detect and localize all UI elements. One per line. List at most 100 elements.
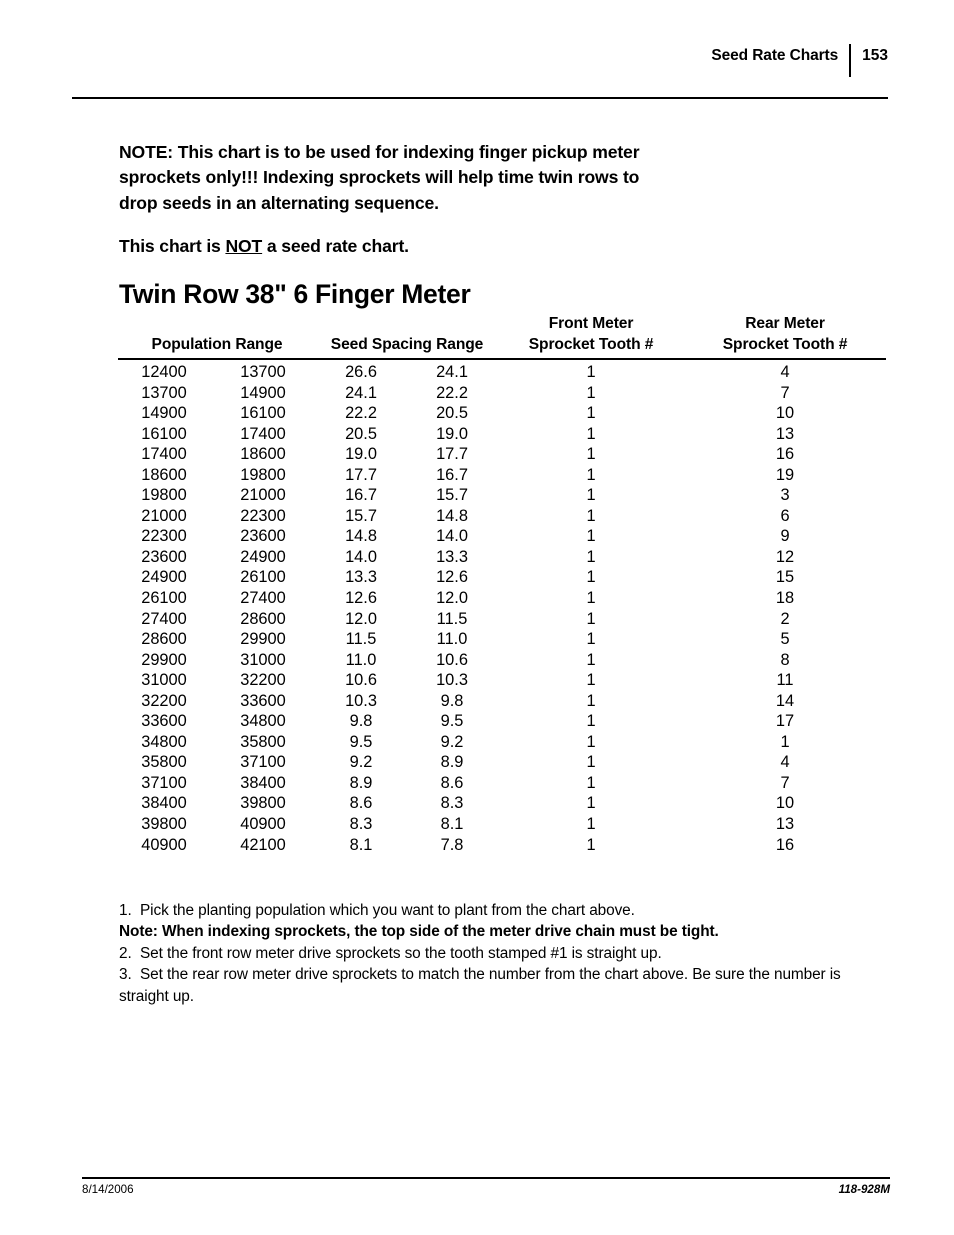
cell-population-low: 32200 <box>141 691 187 710</box>
cell-front-sprocket-tooth: 1 <box>586 363 596 381</box>
cell-seed-spacing-high: 10.3 <box>436 671 468 690</box>
note-line-2: sprockets only!!! Indexing sprockets wil… <box>119 167 640 188</box>
cell-front-sprocket-tooth: 1 <box>586 671 596 690</box>
cell-population-high: 34800 <box>240 712 286 731</box>
cell-population-low: 29900 <box>141 650 187 669</box>
table-row: 27400 28600 12.0 11.5 1 2 <box>118 609 886 630</box>
cell-population-low: 19800 <box>141 486 187 505</box>
cell-seed-spacing-high: 14.8 <box>436 506 468 525</box>
statement-emphasis-not: NOT <box>225 236 263 256</box>
cell-population-low: 33600 <box>141 712 187 731</box>
cell-seed-spacing-high: 11.5 <box>436 609 468 628</box>
statement-suffix: a seed rate chart. <box>262 236 409 256</box>
cell-seed-spacing-high: 20.5 <box>436 404 468 423</box>
cell-rear-sprocket-tooth: 16 <box>775 445 795 464</box>
cell-population-low: 17400 <box>141 445 187 464</box>
cell-seed-spacing-low: 16.7 <box>345 486 377 505</box>
cell-seed-spacing-low: 26.6 <box>345 363 377 381</box>
instruction-number: 2. <box>119 944 132 962</box>
cell-seed-spacing-high: 22.2 <box>436 383 468 402</box>
instruction-line: 2. Set the front row meter drive sprocket… <box>119 943 843 964</box>
instruction-number: 3. <box>119 966 132 984</box>
table-row: 19800 21000 16.7 15.7 1 3 <box>118 485 886 506</box>
cell-front-sprocket-tooth: 1 <box>586 650 596 669</box>
cell-rear-sprocket-tooth: 10 <box>775 794 795 813</box>
cell-population-high: 27400 <box>240 589 286 608</box>
header-divider-rule <box>72 97 888 99</box>
header-front-meter-label: Front Meter <box>548 315 634 332</box>
cell-rear-sprocket-tooth: 9 <box>780 527 790 546</box>
cell-rear-sprocket-tooth: 11 <box>776 671 794 690</box>
cell-seed-spacing-low: 22.2 <box>345 404 377 423</box>
cell-seed-spacing-low: 8.3 <box>349 815 373 834</box>
cell-front-sprocket-tooth: 1 <box>586 568 596 587</box>
statement-prefix: This chart is <box>119 236 226 256</box>
cell-seed-spacing-high: 24.1 <box>436 363 468 381</box>
cell-seed-spacing-low: 20.5 <box>345 424 377 443</box>
table-row: 38400 39800 8.6 8.3 1 10 <box>118 793 886 814</box>
cell-seed-spacing-high: 9.2 <box>440 732 464 751</box>
cell-population-low: 34800 <box>141 732 187 751</box>
cell-rear-sprocket-tooth: 18 <box>775 589 795 608</box>
cell-population-high: 16100 <box>240 404 286 423</box>
cell-rear-sprocket-tooth: 10 <box>775 404 795 423</box>
cell-seed-spacing-high: 19.0 <box>436 424 468 443</box>
cell-rear-sprocket-tooth: 13 <box>775 424 795 443</box>
instruction-line: 3. Set the rear row meter drive sprockets… <box>119 964 843 1007</box>
table-row: 22300 23600 14.8 14.0 1 9 <box>118 526 886 547</box>
cell-seed-spacing-high: 17.7 <box>436 445 468 464</box>
table-header: Population Range Seed Spacing Range Fron… <box>118 313 887 360</box>
cell-rear-sprocket-tooth: 15 <box>775 568 795 587</box>
instruction-text: Note: When indexing sprockets, the top s… <box>119 923 719 941</box>
instruction-text: Set the rear row meter drive sprockets t… <box>119 966 841 1005</box>
cell-seed-spacing-high: 11.0 <box>436 630 468 649</box>
cell-seed-spacing-low: 12.0 <box>345 609 377 628</box>
cell-rear-sprocket-tooth: 16 <box>775 835 795 854</box>
cell-seed-spacing-high: 7.8 <box>440 835 464 854</box>
cell-seed-spacing-high: 9.8 <box>440 691 464 710</box>
table-row: 39800 40900 8.3 8.1 1 13 <box>118 814 886 835</box>
cell-seed-spacing-low: 8.9 <box>349 773 373 792</box>
cell-front-sprocket-tooth: 1 <box>586 609 596 628</box>
column-header-seed-spacing-range: Seed Spacing Range <box>316 313 499 360</box>
cell-front-sprocket-tooth: 1 <box>586 691 596 710</box>
instruction-line: Note: When indexing sprockets, the top s… <box>119 921 843 942</box>
cell-front-sprocket-tooth: 1 <box>586 732 596 751</box>
table-row: 16100 17400 20.5 19.0 1 13 <box>118 424 886 445</box>
cell-seed-spacing-high: 12.0 <box>436 589 468 608</box>
cell-seed-spacing-low: 12.6 <box>345 589 377 608</box>
cell-seed-spacing-high: 15.7 <box>436 486 468 505</box>
cell-front-sprocket-tooth: 1 <box>586 506 596 525</box>
cell-rear-sprocket-tooth: 17 <box>775 712 795 731</box>
table-row: 26100 27400 12.6 12.0 1 18 <box>118 588 886 609</box>
cell-population-high: 28600 <box>240 609 286 628</box>
cell-population-low: 22300 <box>141 527 187 546</box>
seed-rate-table: Population Range Seed Spacing Range Fron… <box>118 313 887 855</box>
cell-front-sprocket-tooth: 1 <box>586 486 596 505</box>
cell-seed-spacing-high: 13.3 <box>436 547 468 566</box>
cell-seed-spacing-low: 8.6 <box>349 794 373 813</box>
cell-seed-spacing-low: 14.0 <box>345 547 377 566</box>
cell-front-sprocket-tooth: 1 <box>586 753 596 772</box>
cell-front-sprocket-tooth: 1 <box>586 465 596 484</box>
cell-rear-sprocket-tooth: 14 <box>775 691 795 710</box>
cell-population-low: 26100 <box>141 589 187 608</box>
cell-population-high: 22300 <box>240 506 286 525</box>
cell-front-sprocket-tooth: 1 <box>586 527 596 546</box>
cell-population-high: 26100 <box>240 568 286 587</box>
cell-seed-spacing-low: 14.8 <box>345 527 377 546</box>
cell-front-sprocket-tooth: 1 <box>586 589 596 608</box>
table-row: 32200 33600 10.3 9.8 1 14 <box>118 691 886 712</box>
cell-rear-sprocket-tooth: 1 <box>780 732 790 751</box>
cell-front-sprocket-tooth: 1 <box>586 630 596 649</box>
table-body: 12400 13700 26.6 24.1 1 4 13700 14900 24.1 22.2 1 7… <box>118 359 886 855</box>
cell-rear-sprocket-tooth: 7 <box>780 383 790 402</box>
cell-front-sprocket-tooth: 1 <box>586 815 596 834</box>
cell-seed-spacing-low: 11.5 <box>345 630 377 649</box>
cell-population-high: 33600 <box>240 691 286 710</box>
cell-seed-spacing-high: 16.7 <box>436 465 468 484</box>
table-row: 18600 19800 17.7 16.7 1 19 <box>118 465 886 486</box>
cell-population-high: 35800 <box>240 732 286 751</box>
table-row: 17400 18600 19.0 17.7 1 16 <box>118 444 886 465</box>
table-row: 14900 16100 22.2 20.5 1 10 <box>118 403 886 424</box>
